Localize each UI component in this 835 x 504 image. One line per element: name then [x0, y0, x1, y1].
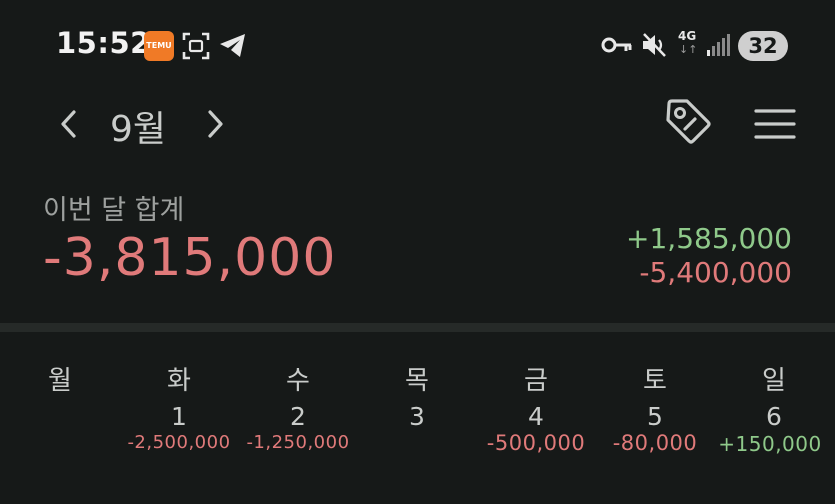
section-divider — [0, 323, 835, 332]
tag-icon[interactable] — [663, 96, 713, 146]
mute-icon — [643, 33, 666, 57]
summary-expense: -5,400,000 — [639, 256, 792, 289]
weekday-sat: 토 — [643, 366, 667, 396]
status-bar: 15:52 TEMU 4G ↓↑ 32 — [0, 0, 835, 92]
chevron-right-icon[interactable] — [202, 106, 228, 142]
weekday-thu: 목 — [405, 366, 429, 396]
network-arrows: ↓↑ — [679, 43, 698, 56]
key-icon — [601, 37, 632, 53]
weekday-wed: 수 — [286, 366, 310, 396]
day-5-amount: -80,000 — [612, 431, 698, 455]
weekday-fri: 금 — [524, 366, 548, 396]
day-1[interactable]: 1 — [119, 402, 239, 431]
summary-label: 이번 달 합계 — [43, 195, 185, 226]
hamburger-menu-icon[interactable] — [754, 108, 796, 140]
day-3[interactable]: 3 — [357, 402, 477, 431]
weekday-tue: 화 — [167, 366, 191, 396]
day-2[interactable]: 2 — [238, 402, 358, 431]
chevron-left-icon[interactable] — [56, 106, 82, 142]
day-6-amount: +150,000 — [718, 432, 822, 456]
weekday-sun: 일 — [762, 366, 786, 396]
telegram-icon — [220, 34, 245, 57]
temu-app-icon: TEMU — [144, 31, 174, 61]
screenshot-icon — [182, 32, 210, 60]
network-type: 4G — [678, 29, 697, 43]
day-4-amount: -500,000 — [486, 431, 586, 455]
day-6[interactable]: 6 — [714, 402, 834, 431]
day-1-amount: -2,500,000 — [127, 432, 231, 453]
battery-indicator: 32 — [738, 31, 788, 61]
month-title[interactable]: 9월 — [110, 100, 166, 152]
summary-total: -3,815,000 — [43, 228, 337, 288]
day-4[interactable]: 4 — [476, 402, 596, 431]
day-2-amount: -1,250,000 — [246, 432, 350, 453]
month-navigation: 9월 — [0, 92, 835, 162]
weekday-mon: 월 — [48, 366, 72, 396]
day-5[interactable]: 5 — [595, 402, 715, 431]
status-time: 15:52 — [56, 26, 151, 60]
temu-icon-label: TEMU — [146, 41, 172, 50]
signal-icon — [707, 34, 730, 56]
summary-income: +1,585,000 — [626, 222, 792, 255]
